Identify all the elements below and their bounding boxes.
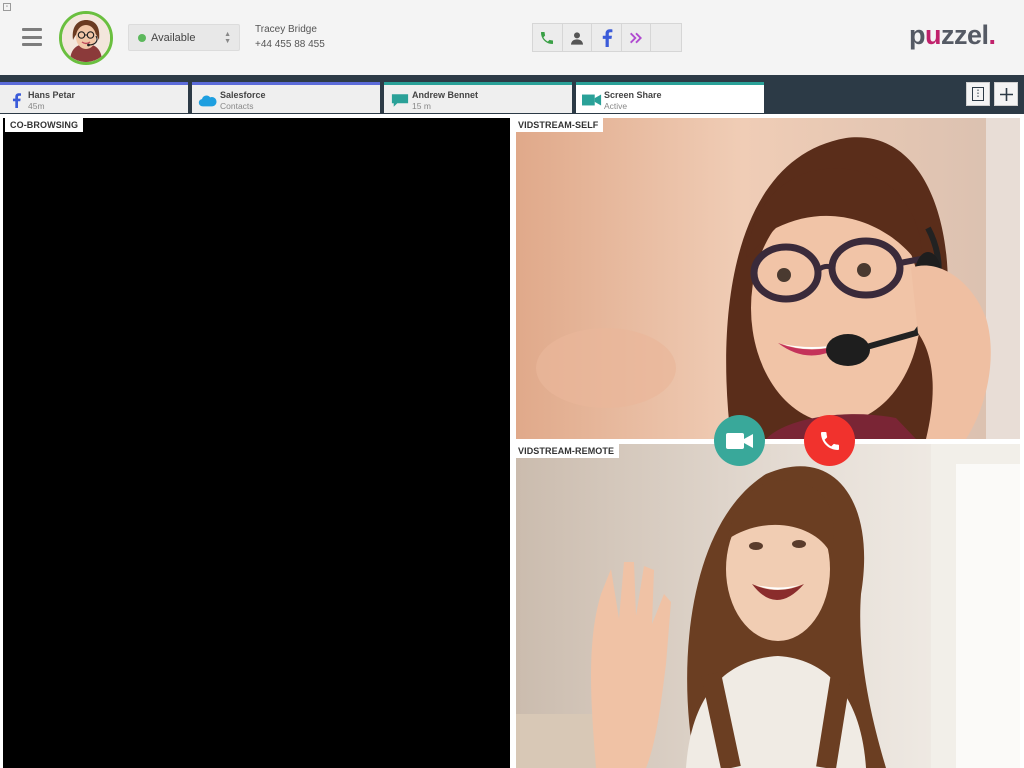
tab-salesforce[interactable]: Salesforce Contacts (192, 82, 380, 113)
window-corner-icon: ▫ (3, 3, 11, 11)
plus-icon (999, 87, 1013, 101)
dropdown-caret-icon: ▲ ▼ (224, 31, 231, 45)
split-view-icon (972, 87, 984, 101)
cobrowsing-pane[interactable] (3, 118, 510, 768)
agent-phone: +44 455 88 455 (255, 39, 325, 50)
menu-hamburger-icon[interactable] (22, 28, 42, 46)
phone-button[interactable] (533, 24, 563, 51)
vidstream-self-label: VIDSTREAM-SELF (513, 118, 604, 132)
salesforce-cloud-icon (198, 92, 218, 108)
status-label: Available (151, 31, 196, 44)
split-view-button[interactable] (966, 82, 990, 106)
forward-button[interactable] (622, 24, 652, 51)
tab-subtitle: Contacts (220, 101, 254, 111)
empty-toolbar-slot[interactable] (651, 24, 681, 51)
contact-button[interactable] (563, 24, 593, 51)
chat-bubble-icon (390, 92, 410, 108)
tab-subtitle: 15 m (412, 101, 431, 111)
add-tab-button[interactable] (994, 82, 1018, 106)
vidstream-self-video[interactable] (516, 118, 1020, 439)
video-camera-icon (582, 92, 602, 108)
facebook-button[interactable] (592, 24, 622, 51)
facebook-icon (6, 92, 26, 108)
tab-screen-share[interactable]: Screen Share Active (576, 82, 764, 113)
user-icon (570, 31, 583, 45)
vidstream-remote-video[interactable] (516, 444, 1020, 768)
vidstream-remote-label: VIDSTREAM-REMOTE (513, 444, 620, 458)
session-tabbar: Hans Petar 45m Salesforce Contacts Andre… (0, 75, 1024, 114)
agent-avatar[interactable] (59, 11, 113, 65)
double-chevron-icon (630, 32, 643, 43)
channel-toolbar (532, 23, 682, 52)
tab-andrew-bennet[interactable]: Andrew Bennet 15 m (384, 82, 572, 113)
tab-title: Salesforce (220, 90, 266, 100)
tab-hans-petar[interactable]: Hans Petar 45m (0, 82, 188, 113)
cobrowsing-label: CO-BROWSING (5, 118, 84, 132)
tab-title: Andrew Bennet (412, 90, 479, 100)
phone-icon (541, 31, 554, 44)
video-camera-icon (725, 432, 753, 449)
tab-title: Screen Share (604, 90, 662, 100)
status-dot-icon (138, 33, 146, 42)
hangup-button[interactable] (804, 415, 855, 466)
toggle-video-button[interactable] (714, 415, 765, 466)
agent-name: Tracey Bridge (255, 24, 317, 35)
puzzel-logo: puzzel. (909, 20, 996, 50)
tab-title: Hans Petar (28, 90, 76, 100)
tab-subtitle: Active (604, 101, 628, 111)
top-header: ▫ Available ▲ ▼ Tracey Bridge +44 455 88 … (0, 0, 1024, 75)
facebook-icon (602, 28, 612, 47)
tab-subtitle: 45m (28, 101, 45, 111)
status-dropdown[interactable]: Available ▲ ▼ (128, 24, 240, 51)
phone-icon (820, 431, 839, 450)
